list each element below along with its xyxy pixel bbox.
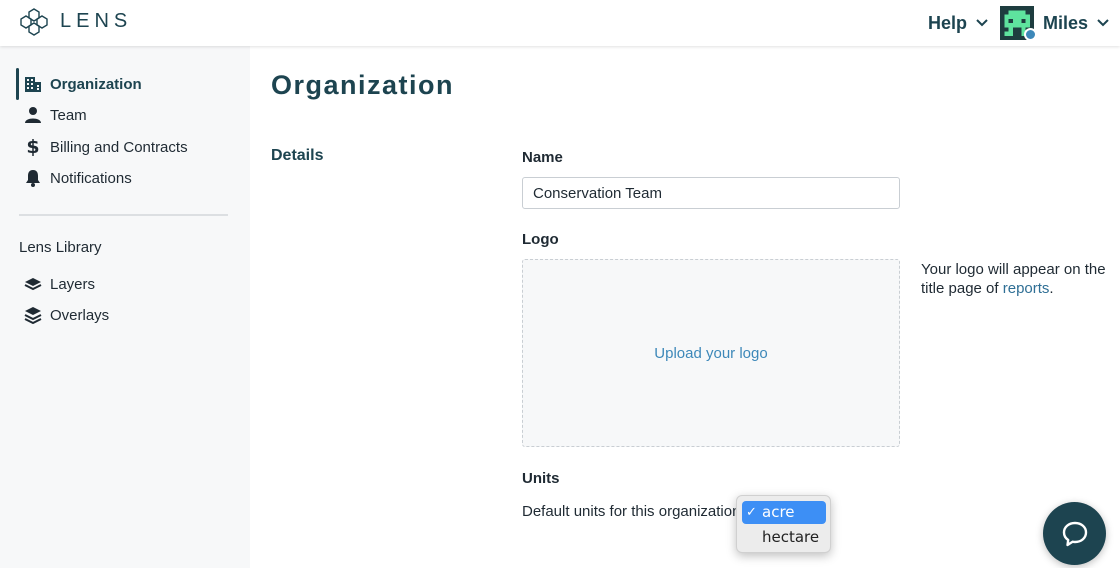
sidebar-item-label: Notifications	[50, 169, 132, 187]
sidebar-item-label: Team	[50, 106, 87, 124]
units-option-acre[interactable]: ✓ acre	[742, 501, 826, 524]
chat-bubble-icon	[1062, 521, 1087, 546]
dollar-icon: $	[26, 136, 40, 158]
chat-launcher-button[interactable]	[1043, 502, 1106, 565]
help-label: Help	[928, 12, 968, 33]
sidebar-item-label: Organization	[50, 75, 142, 93]
hexagon-cluster-icon	[20, 8, 48, 36]
person-icon	[24, 106, 42, 124]
user-menu[interactable]: Miles	[1000, 5, 1109, 41]
logo-label: Logo	[522, 231, 559, 248]
chevron-down-icon	[1097, 19, 1109, 27]
chevron-down-icon	[976, 19, 988, 27]
building-icon	[24, 75, 42, 93]
sidebar-item-overlays[interactable]: Overlays	[18, 301, 233, 329]
section-title-details: Details	[271, 147, 324, 164]
sidebar-item-layers[interactable]: Layers	[18, 270, 233, 298]
bell-icon	[24, 169, 42, 187]
app-logo-text[interactable]: LENS	[60, 10, 132, 33]
user-name: Miles	[1043, 12, 1089, 33]
upload-logo-text: Upload your logo	[654, 344, 768, 362]
sidebar-item-notifications[interactable]: Notifications	[18, 164, 233, 192]
units-label: Units	[522, 470, 560, 487]
name-label: Name	[522, 149, 563, 166]
units-description: Default units for this organization	[522, 503, 741, 520]
avatar	[1000, 6, 1037, 41]
units-select-dropdown[interactable]: ✓ acre hectare	[736, 495, 831, 553]
option-label: hectare	[762, 528, 820, 546]
logo-help-suffix: .	[1049, 280, 1054, 297]
sidebar-divider	[19, 214, 228, 216]
layers-stack-icon	[24, 306, 42, 324]
units-option-hectare[interactable]: hectare	[742, 526, 826, 549]
logo-help-text: Your logo will appear on the title page …	[921, 260, 1111, 298]
page-title: Organization	[271, 70, 455, 100]
help-menu[interactable]: Help	[928, 11, 988, 35]
layer-icon	[24, 275, 42, 293]
sidebar-item-billing[interactable]: $ Billing and Contracts	[18, 133, 233, 161]
status-dot	[1024, 28, 1037, 41]
sidebar-item-label: Layers	[50, 275, 96, 293]
organization-name-input[interactable]	[522, 177, 900, 209]
top-header: LENS Help Miles	[0, 0, 1120, 46]
library-heading: Lens Library	[19, 239, 102, 256]
option-label: acre	[762, 503, 795, 521]
sidebar: Organization Team $ Billing and Contract…	[0, 46, 250, 568]
sidebar-item-label: Billing and Contracts	[50, 138, 188, 156]
sidebar-item-organization[interactable]: Organization	[18, 70, 233, 98]
checkmark-icon: ✓	[746, 505, 757, 520]
logo-upload-dropzone[interactable]: Upload your logo	[522, 259, 900, 447]
reports-link[interactable]: reports	[1003, 280, 1050, 297]
sidebar-item-label: Overlays	[50, 306, 110, 324]
sidebar-item-team[interactable]: Team	[18, 101, 233, 129]
